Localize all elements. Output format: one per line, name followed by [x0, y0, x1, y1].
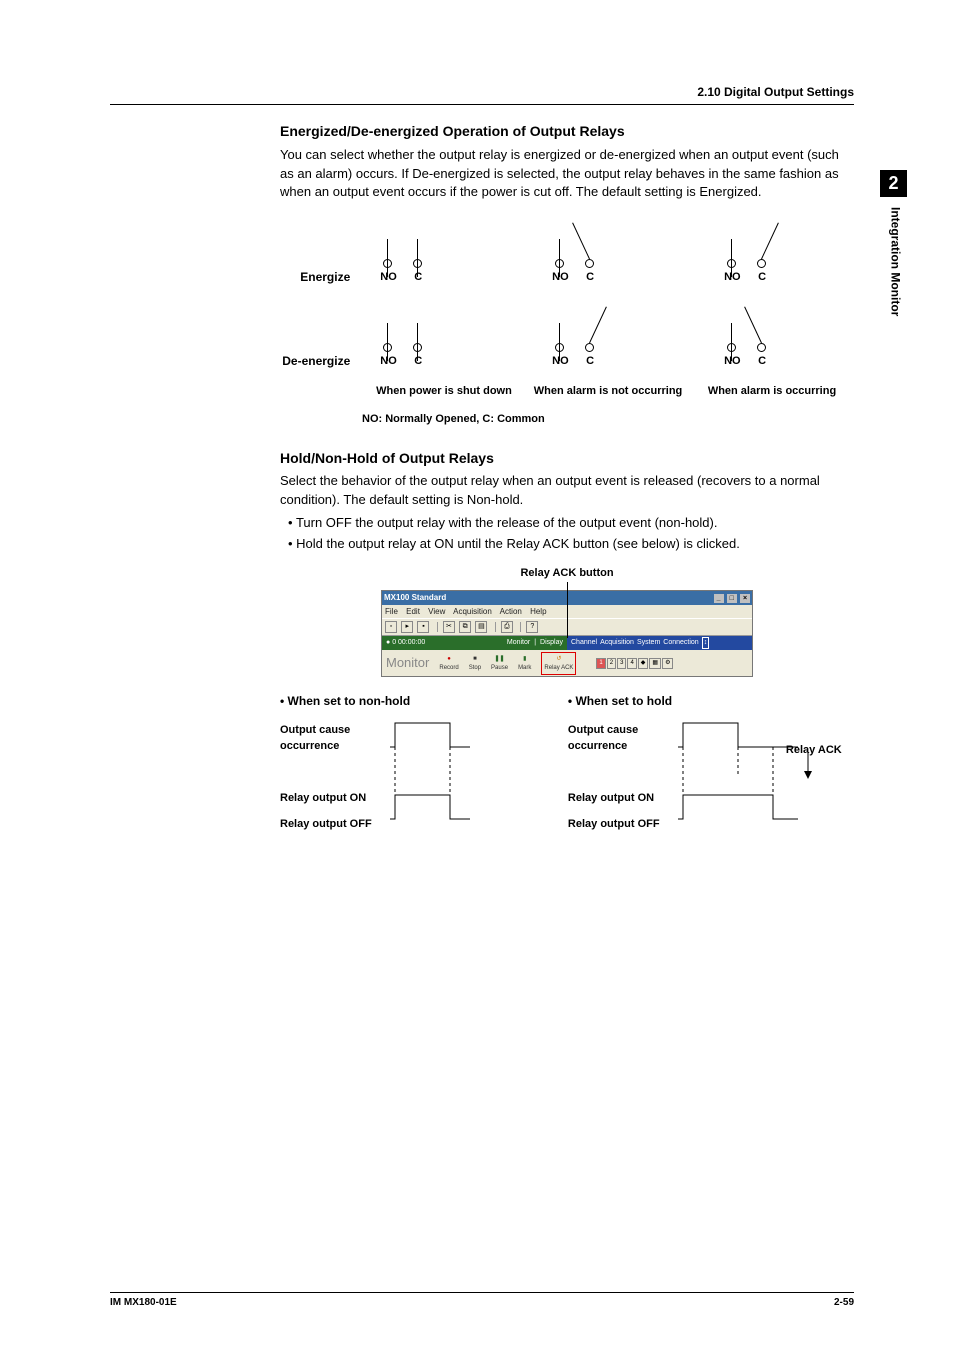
stop-button[interactable]: ■Stop [469, 654, 481, 673]
print-icon[interactable]: ⎙ [501, 621, 513, 633]
relay-ack-label: Relay ACK [786, 743, 842, 759]
no-label: NO [380, 270, 397, 286]
monitor-row: Monitor ●Record ■Stop ❚❚Pause ▮Mark ↺Rel… [382, 650, 752, 676]
menu-help[interactable]: Help [530, 607, 546, 616]
record-button[interactable]: ●Record [439, 654, 458, 673]
c-label: C [758, 270, 766, 286]
chapter-title: Integration Monitor [886, 207, 903, 316]
tab-icon[interactable]: 2 [607, 658, 616, 669]
timing-label: Relay output ON [280, 791, 366, 807]
relay-cell: NO C [530, 300, 682, 370]
menu-action[interactable]: Action [500, 607, 522, 616]
timing-nonhold-title: • When set to non-hold [280, 693, 528, 710]
bullet-2: Hold the output relay at ON until the Re… [288, 535, 854, 554]
s1-paragraph: You can select whether the output relay … [280, 146, 854, 203]
window-buttons[interactable]: _ □ × [713, 592, 750, 604]
row-deenergize-label: De-energize [280, 353, 358, 370]
cut-icon[interactable]: ✂ [443, 621, 455, 633]
mark-button[interactable]: ▮Mark [518, 654, 531, 673]
relay-cell: NO C [358, 216, 510, 286]
row-energize-label: Energize [280, 269, 358, 286]
relay-ack-button[interactable]: ↺Relay ACK [541, 652, 576, 675]
timing-diagrams: • When set to non-hold Output cause occu… [280, 693, 854, 842]
monitor-label: Monitor [386, 654, 429, 673]
c-label: C [414, 354, 422, 370]
no-label: NO [724, 354, 741, 370]
s2-bullets: Turn OFF the output relay with the relea… [280, 514, 854, 554]
tab-icon[interactable]: ◆ [638, 658, 649, 669]
relay-diagram-grid: Energize NO C NO C [280, 216, 854, 428]
ribbon-connection[interactable]: Connection [663, 638, 698, 648]
tab-icon[interactable]: ⚙ [662, 658, 673, 669]
ribbon-display[interactable]: Display [540, 638, 563, 648]
c-label: C [586, 270, 594, 286]
no-label: NO [724, 270, 741, 286]
timing-hold-svg [678, 717, 908, 837]
new-icon[interactable]: ▫ [385, 621, 397, 633]
col3-label: When alarm is occurring [690, 384, 854, 400]
page-number: 2-59 [834, 1296, 854, 1311]
page-footer: IM MX180-01E 2-59 [110, 1292, 854, 1311]
relay-cell: NO C [358, 300, 510, 370]
relay-legend: NO: Normally Opened, C: Common [362, 412, 854, 428]
section-header: 2.10 Digital Output Settings [110, 84, 854, 105]
chapter-number: 2 [880, 170, 907, 197]
copy-icon[interactable]: ⧉ [459, 621, 471, 633]
c-label: C [586, 354, 594, 370]
help-icon[interactable]: ? [526, 621, 538, 633]
timing-hold: • When set to hold [568, 693, 854, 842]
c-label: C [414, 270, 422, 286]
minimize-icon[interactable]: _ [714, 594, 724, 603]
timing-label: Relay output OFF [568, 817, 660, 833]
menu-file[interactable]: File [385, 607, 398, 616]
tab-icon[interactable]: 1 [596, 658, 605, 669]
relay-cell: NO C [702, 216, 854, 286]
ribbon-system[interactable]: System [637, 638, 660, 648]
elapsed-time: ● 0 00:00:00 [386, 638, 425, 648]
timing-nonhold-svg [390, 717, 590, 837]
tab-icon[interactable]: 3 [617, 658, 626, 669]
open-icon[interactable]: ▸ [401, 621, 413, 633]
ribbon-monitor[interactable]: Monitor [507, 638, 530, 648]
relay-ack-callout: Relay ACK button [280, 566, 854, 582]
no-label: NO [552, 270, 569, 286]
col1-label: When power is shut down [362, 384, 526, 400]
relay-cell: NO C [702, 300, 854, 370]
timing-nonhold: • When set to non-hold Output cause occu… [280, 693, 528, 842]
s2-title: Hold/Non-Hold of Output Relays [280, 448, 854, 468]
menu-acquisition[interactable]: Acquisition [453, 607, 492, 616]
maximize-icon[interactable]: □ [727, 594, 737, 603]
ribbon-channel[interactable]: Channel [571, 638, 597, 648]
timing-label: Output cause occurrence [568, 723, 673, 755]
s1-title: Energized/De-energized Operation of Outp… [280, 121, 854, 141]
timing-label: Relay output OFF [280, 817, 372, 833]
doc-id: IM MX180-01E [110, 1296, 177, 1311]
bullet-1: Turn OFF the output relay with the relea… [288, 514, 854, 533]
window-title: MX100 Standard [384, 592, 446, 604]
timing-label: Relay output ON [568, 791, 654, 807]
pause-button[interactable]: ❚❚Pause [491, 654, 508, 673]
collapse-icon[interactable]: ↕ [702, 637, 710, 649]
close-icon[interactable]: × [740, 594, 750, 603]
col2-label: When alarm is not occurring [526, 384, 690, 400]
menu-view[interactable]: View [428, 607, 445, 616]
tab-icon[interactable]: ▦ [649, 658, 661, 669]
ribbon: ● 0 00:00:00 Monitor | Display Channel A… [382, 636, 752, 650]
side-tab: 2 Integration Monitor [880, 170, 907, 590]
save-icon[interactable]: ▪ [417, 621, 429, 633]
timing-hold-title: • When set to hold [568, 693, 854, 710]
no-label: NO [380, 354, 397, 370]
s2-paragraph: Select the behavior of the output relay … [280, 472, 854, 510]
timing-label: Output cause occurrence [280, 723, 385, 755]
tab-icon[interactable]: 4 [627, 658, 636, 669]
c-label: C [758, 354, 766, 370]
relay-cell: NO C [530, 216, 682, 286]
paste-icon[interactable]: ▤ [475, 621, 487, 633]
ribbon-acquisition[interactable]: Acquisition [600, 638, 634, 648]
menu-edit[interactable]: Edit [406, 607, 420, 616]
no-label: NO [552, 354, 569, 370]
